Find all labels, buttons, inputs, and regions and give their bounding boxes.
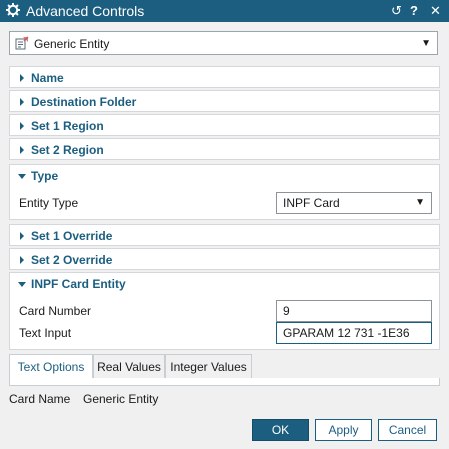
window-title: Advanced Controls bbox=[26, 3, 145, 19]
section-set2-region-label: Set 2 Region bbox=[31, 143, 104, 157]
section-type-label: Type bbox=[31, 169, 59, 183]
close-icon[interactable]: ✕ bbox=[430, 2, 441, 20]
section-name-label: Name bbox=[31, 71, 64, 85]
ok-button[interactable]: OK bbox=[252, 419, 309, 441]
help-icon[interactable]: ? bbox=[410, 2, 418, 20]
tab-text-options[interactable]: Text Options bbox=[9, 354, 93, 379]
entity-selector-value: Generic Entity bbox=[34, 37, 110, 51]
tab-panel bbox=[9, 378, 440, 386]
section-set1-override: Set 1 Override bbox=[9, 224, 440, 246]
section-name-header[interactable]: Name bbox=[10, 67, 439, 89]
section-inpf-card-entity: INPF Card Entity Card Number 9 Text Inpu… bbox=[9, 272, 440, 350]
chevron-right-icon bbox=[20, 122, 24, 130]
card-number-label: Card Number bbox=[19, 304, 92, 318]
generic-entity-icon bbox=[15, 36, 29, 50]
section-type: Type Entity Type INPF Card ▼ bbox=[9, 164, 440, 220]
section-set2-region-header[interactable]: Set 2 Region bbox=[10, 139, 439, 161]
chevron-down-icon: ▼ bbox=[415, 197, 425, 208]
card-number-input[interactable]: 9 bbox=[276, 300, 432, 322]
section-set1-region-header[interactable]: Set 1 Region bbox=[10, 115, 439, 137]
card-number-value: 9 bbox=[283, 304, 290, 318]
text-input-value: GPARAM 12 731 -1E36 bbox=[283, 326, 410, 340]
section-set2-override: Set 2 Override bbox=[9, 248, 440, 270]
section-set1-override-label: Set 1 Override bbox=[31, 229, 113, 243]
section-inpf-card-entity-label: INPF Card Entity bbox=[31, 277, 126, 291]
section-destination-folder: Destination Folder bbox=[9, 90, 440, 112]
apply-button[interactable]: Apply bbox=[315, 419, 372, 441]
card-name-value: Generic Entity bbox=[83, 392, 159, 406]
reset-icon[interactable]: ↺ bbox=[391, 2, 402, 20]
section-destination-folder-label: Destination Folder bbox=[31, 95, 137, 109]
section-set1-region: Set 1 Region bbox=[9, 114, 440, 136]
section-set1-override-header[interactable]: Set 1 Override bbox=[10, 225, 439, 247]
entity-type-select[interactable]: INPF Card ▼ bbox=[276, 192, 432, 214]
chevron-right-icon bbox=[20, 232, 24, 240]
text-input-label: Text Input bbox=[19, 326, 72, 340]
chevron-right-icon bbox=[20, 98, 24, 106]
section-set2-override-header[interactable]: Set 2 Override bbox=[10, 249, 439, 271]
card-name-label: Card Name bbox=[9, 392, 71, 406]
chevron-down-icon bbox=[18, 282, 26, 287]
section-type-header[interactable]: Type bbox=[10, 165, 439, 187]
chevron-down-icon bbox=[18, 174, 26, 179]
tab-real-values[interactable]: Real Values bbox=[93, 354, 165, 379]
gear-icon bbox=[6, 3, 20, 17]
chevron-down-icon: ▼ bbox=[421, 38, 431, 49]
chevron-right-icon bbox=[20, 74, 24, 82]
entity-type-label: Entity Type bbox=[19, 196, 79, 210]
title-bar: Advanced Controls ↺ ? ✕ bbox=[0, 0, 449, 22]
section-inpf-card-entity-header[interactable]: INPF Card Entity bbox=[10, 273, 439, 295]
chevron-right-icon bbox=[20, 146, 24, 154]
section-destination-folder-header[interactable]: Destination Folder bbox=[10, 91, 439, 113]
section-set1-region-label: Set 1 Region bbox=[31, 119, 104, 133]
text-input-field[interactable]: GPARAM 12 731 -1E36 bbox=[276, 322, 432, 344]
section-set2-override-label: Set 2 Override bbox=[31, 253, 113, 267]
entity-type-value: INPF Card bbox=[283, 196, 340, 210]
cancel-button[interactable]: Cancel bbox=[378, 419, 437, 441]
section-set2-region: Set 2 Region bbox=[9, 138, 440, 160]
section-name: Name bbox=[9, 66, 440, 88]
chevron-right-icon bbox=[20, 256, 24, 264]
entity-selector[interactable]: Generic Entity ▼ bbox=[9, 31, 438, 55]
tab-integer-values[interactable]: Integer Values bbox=[165, 354, 252, 379]
